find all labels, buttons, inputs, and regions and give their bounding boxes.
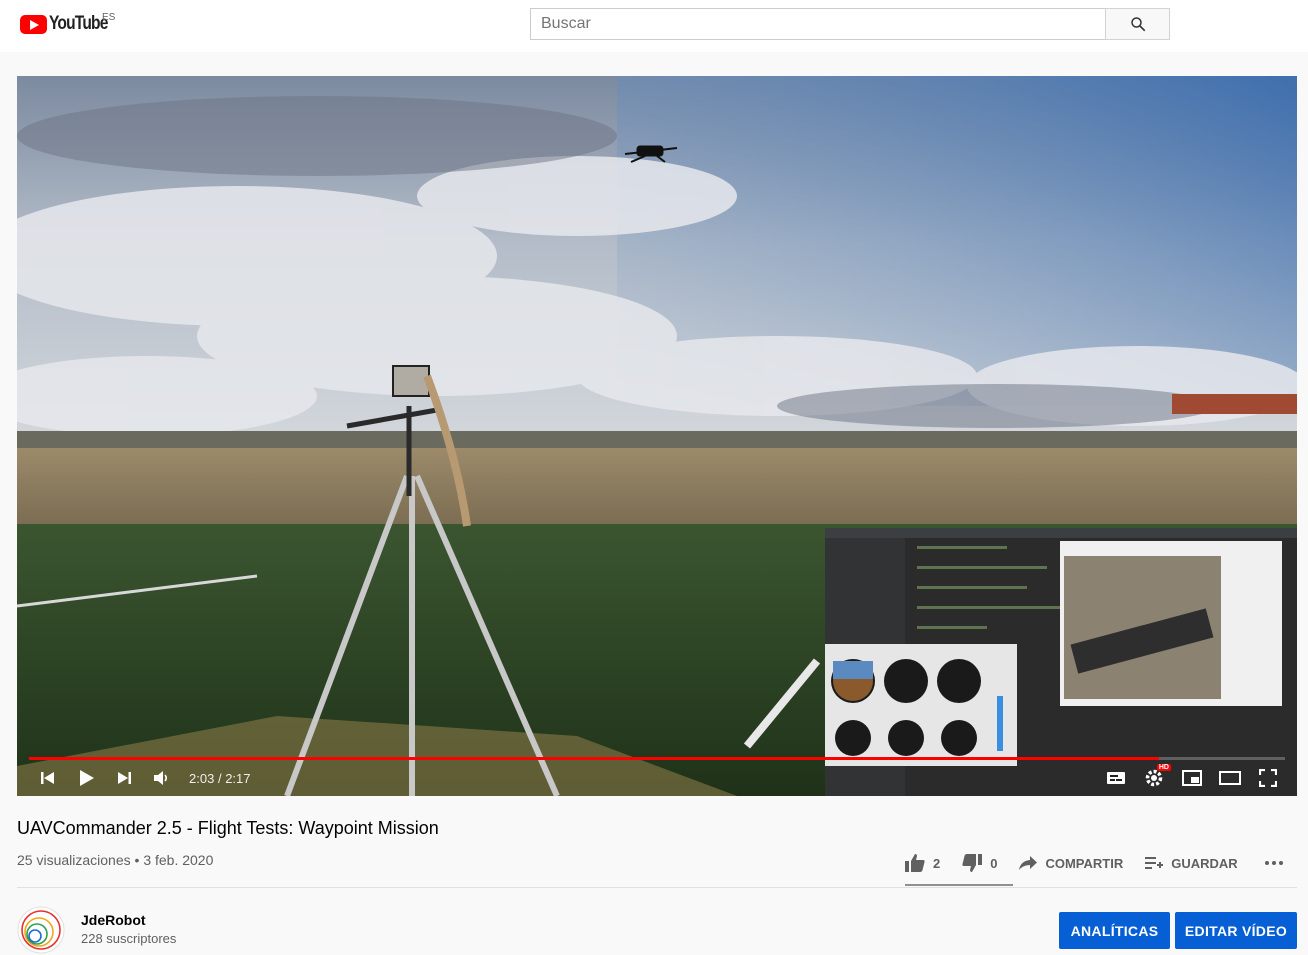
meta-separator: • bbox=[134, 852, 140, 868]
subtitles-icon bbox=[1107, 772, 1125, 784]
dislike-count: 0 bbox=[990, 855, 998, 871]
miniplayer-icon bbox=[1182, 770, 1202, 786]
next-button[interactable] bbox=[105, 760, 143, 796]
save-label: GUARDAR bbox=[1171, 855, 1238, 871]
like-button[interactable]: 2 bbox=[905, 854, 940, 872]
play-button[interactable] bbox=[67, 760, 105, 796]
upload-date: 3 feb. 2020 bbox=[143, 852, 214, 868]
time-total: 2:17 bbox=[225, 770, 251, 786]
settings-button[interactable]: HD bbox=[1135, 760, 1173, 796]
thumbs-up-icon bbox=[905, 854, 925, 872]
video-title: UAVCommander 2.5 - Flight Tests: Waypoin… bbox=[17, 818, 439, 838]
view-count: 25 visualizaciones bbox=[17, 852, 131, 868]
channel-avatar[interactable] bbox=[17, 906, 65, 954]
play-icon bbox=[80, 770, 94, 786]
thumbs-down-icon bbox=[962, 854, 983, 872]
country-code: ES bbox=[102, 12, 116, 23]
time-current: 2:03 bbox=[189, 770, 215, 786]
previous-button[interactable] bbox=[29, 760, 67, 796]
time-display: 2:03 / 2:17 bbox=[189, 771, 251, 786]
next-icon bbox=[118, 772, 131, 784]
more-actions-button[interactable] bbox=[1264, 860, 1284, 866]
volume-icon bbox=[154, 771, 168, 785]
like-count: 2 bbox=[933, 855, 941, 871]
volume-button[interactable] bbox=[143, 760, 181, 796]
save-button[interactable]: GUARDAR bbox=[1145, 855, 1238, 871]
edit-video-button[interactable]: EDITAR VÍDEO bbox=[1175, 912, 1297, 949]
more-horizontal-icon bbox=[1264, 861, 1283, 865]
time-separator: / bbox=[217, 770, 222, 786]
share-icon bbox=[1019, 856, 1038, 870]
subscriber-count: 228 suscriptores bbox=[81, 931, 177, 946]
subtitles-button[interactable] bbox=[1097, 760, 1135, 796]
dislike-button[interactable]: 0 bbox=[962, 854, 997, 872]
youtube-play-icon bbox=[20, 14, 47, 34]
search-icon bbox=[1130, 17, 1145, 32]
settings-icon bbox=[1145, 769, 1163, 787]
share-label: COMPARTIR bbox=[1045, 855, 1124, 871]
playlist-add-icon bbox=[1145, 857, 1164, 869]
divider bbox=[17, 887, 1297, 888]
youtube-logo[interactable]: YouTube ES bbox=[20, 12, 120, 36]
search-box bbox=[530, 8, 1170, 40]
theater-icon bbox=[1219, 771, 1241, 785]
player-controls: 2:03 / 2:17 HD bbox=[17, 760, 1297, 796]
video-meta: 25 visualizaciones • 3 feb. 2020 bbox=[17, 852, 213, 868]
video-frame bbox=[17, 76, 1297, 796]
fullscreen-icon bbox=[1259, 769, 1277, 787]
channel-name[interactable]: JdeRobot bbox=[81, 912, 146, 928]
analytics-button[interactable]: ANALÍTICAS bbox=[1059, 912, 1170, 949]
theater-button[interactable] bbox=[1211, 760, 1249, 796]
search-button[interactable] bbox=[1105, 8, 1170, 40]
fullscreen-button[interactable] bbox=[1249, 760, 1287, 796]
hd-badge: HD bbox=[1156, 764, 1171, 771]
top-bar: YouTube ES bbox=[0, 0, 1308, 52]
sentiment-bar bbox=[905, 884, 1013, 886]
search-input[interactable] bbox=[530, 8, 1105, 40]
video-actions: 2 0 COMPARTIR GUARDAR bbox=[905, 846, 1284, 880]
miniplayer-button[interactable] bbox=[1173, 760, 1211, 796]
share-button[interactable]: COMPARTIR bbox=[1019, 856, 1123, 871]
previous-icon bbox=[41, 772, 54, 784]
logo-text: YouTube bbox=[49, 13, 108, 34]
player-controls-right: HD bbox=[1097, 760, 1287, 796]
video-player[interactable]: 2:03 / 2:17 HD bbox=[17, 76, 1297, 796]
